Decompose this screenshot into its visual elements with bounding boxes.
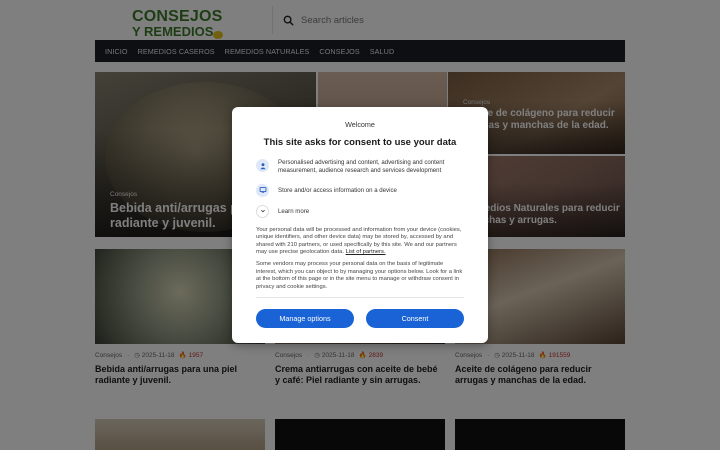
consent-buttons: Manage options Consent bbox=[256, 309, 464, 329]
partners-link[interactable]: List of partners. bbox=[346, 249, 386, 255]
person-icon bbox=[256, 159, 269, 172]
learn-more-label[interactable]: Learn more bbox=[278, 208, 309, 216]
consent-purpose-personalised: Personalised advertising and content, ad… bbox=[256, 159, 464, 175]
consent-paragraph: Some vendors may process your personal d… bbox=[256, 261, 463, 290]
learn-more-toggle[interactable]: Learn more bbox=[256, 204, 464, 218]
chevron-down-icon[interactable] bbox=[256, 204, 269, 218]
divider bbox=[256, 297, 464, 299]
device-icon bbox=[256, 183, 269, 197]
consent-button[interactable]: Consent bbox=[366, 309, 464, 329]
consent-welcome: Welcome bbox=[345, 120, 375, 129]
consent-paragraph: Your personal data will be processed and… bbox=[256, 226, 462, 256]
manage-options-button[interactable]: Manage options bbox=[256, 309, 354, 329]
consent-dialog: Welcome This site asks for consent to us… bbox=[232, 107, 488, 343]
consent-title: This site asks for consent to use your d… bbox=[263, 137, 457, 148]
consent-purpose-device: Store and/or access information on a dev… bbox=[256, 183, 464, 197]
